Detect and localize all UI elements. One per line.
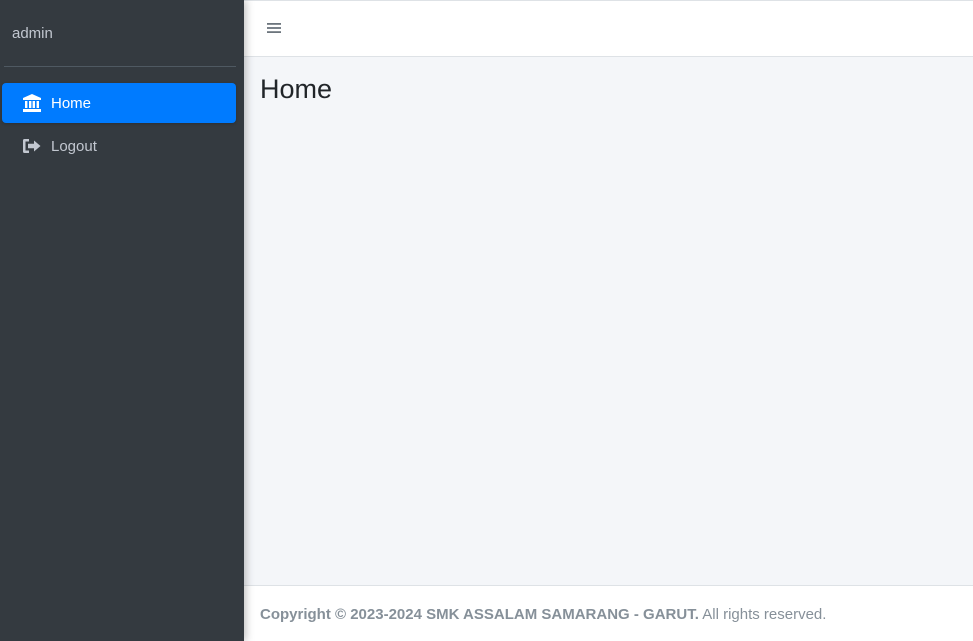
bank-icon (22, 93, 42, 113)
user-name[interactable]: admin (12, 25, 53, 42)
footer: Copyright © 2023-2024 SMK ASSALAM SAMARA… (244, 585, 973, 641)
sidebar-item-label: Logout (51, 137, 97, 155)
user-panel: admin (4, 0, 236, 67)
sidebar-item-label: Home (51, 94, 92, 112)
page-title: Home (260, 74, 333, 104)
sidebar: admin Home Logout (0, 0, 244, 641)
sidebar-item-home[interactable]: Home (2, 83, 236, 123)
sign-out-icon (22, 136, 42, 156)
footer-copyright: Copyright © 2023-2024 SMK ASSALAM SAMARA… (260, 606, 699, 623)
hamburger-menu-icon[interactable] (266, 20, 282, 36)
footer-rights: All rights reserved. (698, 606, 827, 623)
content-area: Home (244, 57, 973, 585)
sidebar-item-logout[interactable]: Logout (2, 126, 236, 166)
sidebar-nav: Home Logout (0, 67, 244, 166)
app-root: admin Home Logout Home Copyright © 2023-… (0, 0, 973, 641)
top-navbar (244, 0, 973, 57)
